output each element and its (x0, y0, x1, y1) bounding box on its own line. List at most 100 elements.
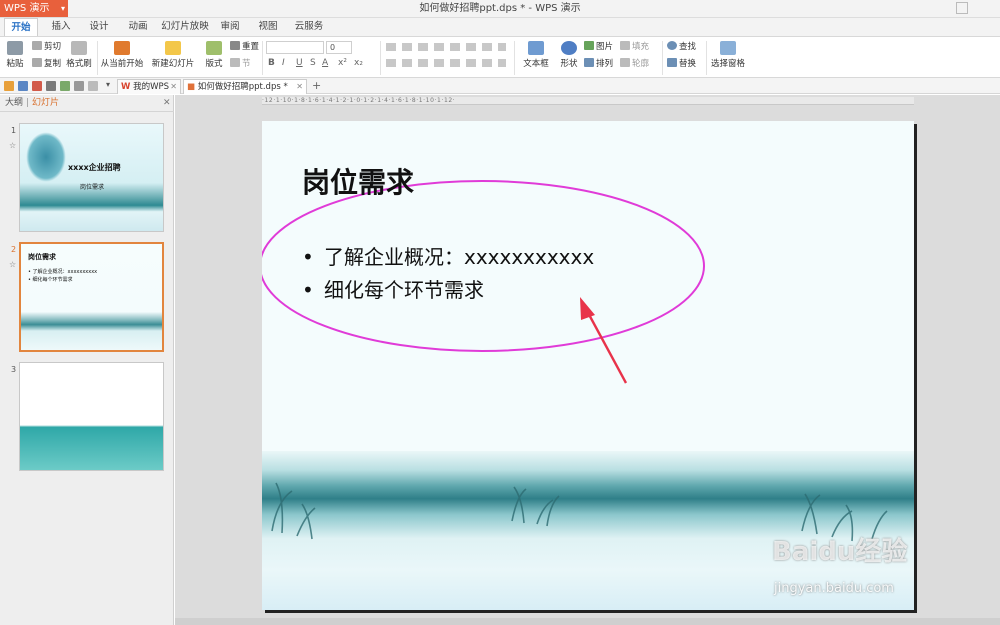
export-pdf-icon[interactable] (32, 81, 42, 91)
arrange-label: 排列 (596, 59, 614, 69)
open-icon[interactable] (4, 81, 14, 91)
doc-tab-my-wps[interactable]: W 我的WPS ✕ (117, 79, 181, 94)
copy-button[interactable]: 复制 (32, 57, 61, 69)
layout-icon (206, 41, 222, 55)
ribbon-divider (706, 41, 707, 75)
section-button[interactable]: 节 (230, 57, 251, 69)
tab-design[interactable]: 设计 (84, 18, 114, 36)
chevron-down-icon[interactable]: ▾ (106, 80, 110, 89)
font-color-button[interactable]: A (322, 58, 328, 68)
cut-label: 剪切 (44, 42, 62, 52)
picture-icon (584, 41, 594, 50)
tab-animation[interactable]: 动画 (123, 18, 153, 36)
section-label: 节 (242, 59, 251, 69)
panel-tabs: 大纲 | 幻灯片 ✕ (0, 95, 174, 112)
superscript-button[interactable]: x² (338, 58, 347, 68)
underline-button[interactable]: U (296, 58, 303, 68)
doc-tab-active[interactable]: ■ 如何做好招聘ppt.dps * ✕ (183, 79, 307, 94)
ribbon-divider (97, 41, 98, 75)
thumb-subtitle: 岗位需求 (80, 184, 105, 191)
slide-number: 2 (11, 245, 17, 254)
doc-tab-label: 我的WPS (133, 82, 170, 92)
slide-thumbnail-2[interactable]: 岗位需求 • 了解企业概况：xxxxxxxxxx • 细化每个环节需求 (19, 242, 164, 352)
shape-icon (561, 41, 577, 55)
find-button[interactable]: 查找 (667, 40, 696, 52)
close-icon[interactable]: ✕ (163, 95, 171, 112)
fill-icon (620, 41, 630, 50)
wps-app-menu[interactable]: WPS 演示 ▾ (0, 0, 68, 17)
ribbon-divider (262, 41, 263, 75)
tab-insert[interactable]: 插入 (46, 18, 76, 36)
textbox-button[interactable]: 文本框 (520, 41, 552, 69)
tab-cloud[interactable]: 云服务 (291, 18, 327, 36)
shape-label: 形状 (560, 59, 578, 69)
font-name-combo[interactable] (266, 41, 324, 54)
slide-number: 3 (11, 365, 17, 374)
new-slide-button[interactable]: 新建幻灯片 (150, 41, 196, 69)
picture-label: 图片 (596, 42, 614, 52)
font-size-combo[interactable]: 0 (326, 41, 352, 54)
selection-pane-label: 选择窗格 (710, 59, 745, 69)
print-icon[interactable] (46, 81, 56, 91)
outline-button[interactable]: 轮廓 (620, 57, 649, 69)
reset-button[interactable]: 重置 (230, 40, 259, 52)
textbox-label: 文本框 (523, 59, 549, 69)
slide-thumbnail-1[interactable]: xxxx企业招聘 岗位需求 (19, 123, 164, 232)
copy-label: 复制 (44, 59, 62, 69)
new-tab-button[interactable]: + (312, 79, 321, 92)
redo-icon[interactable] (88, 81, 98, 91)
tab-review[interactable]: 审阅 (215, 18, 245, 36)
paragraph-tools-row[interactable] (386, 43, 506, 51)
close-icon[interactable]: ✕ (170, 80, 177, 94)
ribbon-divider (662, 41, 663, 75)
layout-button[interactable]: 版式 (202, 41, 226, 69)
tab-divider: | (26, 98, 30, 108)
close-icon[interactable]: ✕ (296, 80, 303, 94)
outline-icon (620, 58, 630, 67)
undo-icon[interactable] (74, 81, 84, 91)
tab-home[interactable]: 开始 (4, 18, 38, 36)
slide-title[interactable]: 岗位需求 (302, 161, 414, 201)
strikethrough-button[interactable]: S (310, 58, 316, 68)
baidu-watermark-logo: Baidu经验 (772, 537, 908, 567)
tab-slideshow[interactable]: 幻灯片放映 (160, 18, 210, 36)
paste-label: 粘贴 (6, 59, 24, 69)
bullet-item-2[interactable]: • 细化每个环节需求 (302, 274, 484, 303)
reset-icon (230, 41, 240, 50)
bold-button[interactable]: B (268, 58, 275, 68)
shape-button[interactable]: 形状 (556, 41, 582, 69)
bullet-dot: • (302, 278, 314, 302)
alignment-tools-row[interactable] (386, 59, 506, 67)
replace-button[interactable]: 替换 (667, 57, 696, 69)
subscript-button[interactable]: x₂ (354, 58, 363, 68)
picture-button[interactable]: 图片 (584, 40, 613, 52)
bullet-item-1[interactable]: • 了解企业概况：xxxxxxxxxxx (302, 241, 594, 270)
slides-panel: 大纲 | 幻灯片 ✕ 1 ☆ xxxx企业招聘 岗位需求 2 ☆ 岗位需求 • … (0, 95, 174, 625)
arrange-button[interactable]: 排列 (584, 57, 613, 69)
selection-pane-button[interactable]: 选择窗格 (710, 41, 746, 69)
tab-outline[interactable]: 大纲 (5, 95, 23, 112)
tab-slides[interactable]: 幻灯片 (32, 95, 59, 112)
save-icon[interactable] (18, 81, 28, 91)
replace-icon (667, 58, 677, 67)
layout-label: 版式 (205, 59, 223, 69)
slide-thumbnail-3[interactable] (19, 362, 164, 471)
format-painter-button[interactable]: 格式刷 (64, 41, 94, 69)
brush-icon (71, 41, 87, 55)
fill-button[interactable]: 填充 (620, 40, 649, 52)
italic-button[interactable]: I (282, 58, 285, 68)
paste-icon (7, 41, 23, 55)
ribbon-divider (514, 41, 515, 75)
restore-window-button[interactable] (956, 2, 968, 14)
play-from-current-label: 从当前开始 (100, 59, 144, 69)
print-preview-icon[interactable] (60, 81, 70, 91)
doc-tab-label: 如何做好招聘ppt.dps * (197, 82, 288, 92)
play-from-current-button[interactable]: 从当前开始 (100, 41, 144, 69)
selection-pane-icon (720, 41, 736, 55)
bullet-dot: • (302, 245, 314, 269)
paste-button[interactable]: 粘贴 (4, 41, 26, 69)
thumb-title: 岗位需求 (28, 253, 56, 261)
slide-canvas[interactable]: 岗位需求 • 了解企业概况：xxxxxxxxxxx • 细化每个环节需求 Baidu… (262, 121, 914, 610)
tab-view[interactable]: 视图 (253, 18, 283, 36)
cut-button[interactable]: 剪切 (32, 40, 61, 52)
